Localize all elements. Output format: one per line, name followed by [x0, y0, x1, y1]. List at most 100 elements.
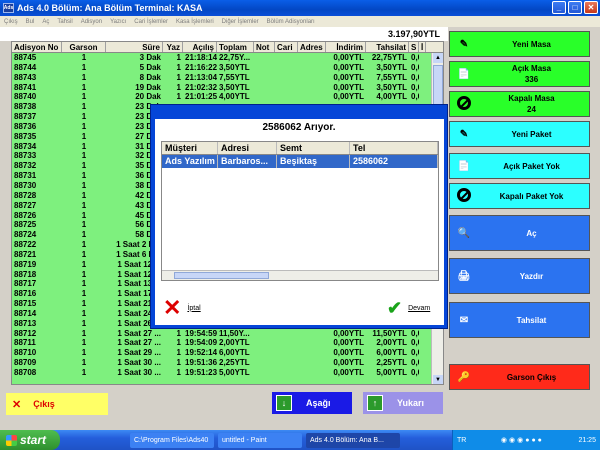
- menu-item-0[interactable]: Çıkış: [4, 19, 18, 25]
- ac-button[interactable]: 🔍 Aç: [449, 215, 590, 251]
- tahsilat-button[interactable]: ✉ Tahsilat: [449, 302, 590, 338]
- table-cell: 3,50YTL: [219, 62, 250, 72]
- table-cell: 1: [176, 62, 181, 72]
- acik-masa-button[interactable]: 📄 Açık Masa 336: [449, 61, 590, 87]
- col-header[interactable]: Tahsilat: [366, 42, 409, 52]
- yukari-button[interactable]: ↑ Yukarı: [363, 392, 443, 414]
- menu-item-4[interactable]: Adisyon: [81, 19, 102, 25]
- table-cell: [419, 329, 423, 339]
- yeni-paket-button[interactable]: ✎ Yeni Paket: [449, 121, 590, 147]
- table-cell: 1: [81, 220, 87, 230]
- table-row[interactable]: 88708 1 1 Saat 30 ... 1 19:51:23 5,00YTL 0,00Y…: [12, 368, 443, 378]
- devam-button[interactable]: ✔ Devam: [387, 299, 430, 317]
- scroll-down-icon[interactable]: ▼: [433, 375, 443, 384]
- table-row[interactable]: 88709 1 1 Saat 30 ... 1 19:51:36 2,25YTL 0,00Y…: [12, 358, 443, 368]
- maximize-button[interactable]: □: [568, 1, 582, 14]
- table-cell: [254, 348, 275, 358]
- table-cell: 88732: [14, 161, 37, 171]
- table-cell: [298, 73, 326, 83]
- menu-item-6[interactable]: Cari İşlemler: [134, 19, 168, 25]
- taskbar-item-paint[interactable]: untitled - Paint: [218, 432, 302, 448]
- table-cell: 88725: [14, 220, 37, 230]
- button-label: Açık Masa: [511, 64, 552, 73]
- table-cell: [419, 338, 423, 348]
- grid-header: Adisyon No Garson Süre Yaz Açılış Toplam Not Ca…: [12, 42, 443, 53]
- table-cell: 0,00: [411, 338, 419, 348]
- table-cell: 1: [81, 190, 87, 200]
- table-row[interactable]: 88743 1 8 Dak 1 21:13:04 7,55YTL 0,00YTL 7,55YT…: [12, 73, 443, 83]
- customer-row[interactable]: Ads Yazılım Barbaros... Beşiktaş 2586062: [162, 155, 438, 168]
- devam-label: Devam: [408, 304, 431, 312]
- asagi-button[interactable]: ↓ Aşağı: [272, 392, 352, 414]
- garson-cikis-button[interactable]: 🔑 Garson Çıkış: [449, 364, 590, 390]
- menu-item-9[interactable]: Bölüm Adisyonları: [267, 19, 315, 25]
- table-cell: 1: [81, 200, 87, 210]
- scroll-thumb[interactable]: [433, 65, 443, 105]
- col-header[interactable]: Süre: [106, 42, 163, 52]
- horizontal-scrollbar[interactable]: [162, 270, 438, 280]
- language-indicator[interactable]: TR: [457, 437, 466, 444]
- table-cell: 2,25YTL: [376, 358, 407, 368]
- minimize-button[interactable]: _: [552, 1, 566, 14]
- table-cell: 1: [81, 53, 87, 62]
- table-cell: 88726: [14, 210, 37, 220]
- col-header[interactable]: Garson: [62, 42, 106, 52]
- col-header[interactable]: Adres: [298, 42, 326, 52]
- table-cell: [298, 348, 326, 358]
- table-cell: 1 Saat 27 ...: [117, 338, 161, 348]
- table-cell: [298, 53, 326, 63]
- table-cell: 0,00YTL: [333, 368, 364, 377]
- table-cell: 5,00YTL: [376, 368, 407, 377]
- kapali-masa-button[interactable]: Kapalı Masa 24: [449, 91, 590, 117]
- menu-item-3[interactable]: Tahsil: [57, 19, 72, 25]
- button-count: 336: [524, 75, 539, 84]
- menu-item-5[interactable]: Yazıcı: [110, 19, 126, 25]
- table-cell: 88735: [14, 131, 37, 141]
- menu-item-8[interactable]: Diğer İşlemler: [222, 19, 259, 25]
- col-header[interactable]: Yaz: [163, 42, 183, 52]
- col-header[interactable]: Adisyon No: [12, 42, 62, 52]
- col-header[interactable]: Cari: [275, 42, 298, 52]
- table-cell: 88717: [14, 279, 37, 289]
- col-header[interactable]: Açılış: [183, 42, 217, 52]
- col-header[interactable]: Not: [254, 42, 275, 52]
- taskbar-item-explorer[interactable]: C:\Program Files\Ads40: [130, 432, 214, 448]
- yazdir-button[interactable]: 🖨 Yazdır: [449, 258, 590, 294]
- iptal-button[interactable]: ✕ İptal: [163, 297, 201, 319]
- table-cell: 0,00: [411, 368, 419, 377]
- menu-item-2[interactable]: Aç: [42, 19, 49, 25]
- tray-icons[interactable]: ◉◉◉●●●: [501, 436, 544, 444]
- table-cell: [275, 368, 298, 378]
- table-cell: 88722: [14, 240, 37, 250]
- table-row[interactable]: 88740 1 20 Dak 1 21:01:25 4,00YTL 0,00YTL 4,00Y…: [12, 92, 443, 102]
- table-cell: 7,55YTL: [219, 72, 250, 82]
- table-row[interactable]: 88710 1 1 Saat 29 ... 1 19:52:14 6,00YTL 0,00Y…: [12, 348, 443, 358]
- col-header[interactable]: İndirim: [326, 42, 366, 52]
- table-cell: [254, 338, 275, 348]
- menu-item-7[interactable]: Kasa İşlemleri: [176, 19, 214, 25]
- col-header[interactable]: S: [409, 42, 419, 52]
- hscroll-thumb[interactable]: [174, 272, 269, 279]
- kapali-paket-button[interactable]: Kapalı Paket Yok: [449, 183, 590, 209]
- button-label: Yeni Masa: [512, 39, 551, 49]
- table-row[interactable]: 88711 1 1 Saat 27 ... 1 19:54:09 2,00YTL 0,00Y…: [12, 338, 443, 348]
- col-header[interactable]: İ: [419, 42, 427, 52]
- table-cell: 1: [81, 210, 87, 220]
- table-row[interactable]: 88712 1 1 Saat 27 ... 1 19:54:59 11,50Y... 0,0…: [12, 329, 443, 339]
- close-button[interactable]: ✕: [584, 1, 598, 14]
- customer-district: Beşiktaş: [277, 155, 350, 168]
- start-button[interactable]: start: [0, 430, 60, 450]
- cikis-button[interactable]: ✕ Çıkış: [6, 393, 108, 415]
- table-row[interactable]: 88745 1 3 Dak 1 21:18:14 22,75Y... 0,00YTL 22,7…: [12, 53, 443, 63]
- table-row[interactable]: 88741 1 19 Dak 1 21:02:32 3,50YTL 0,00YTL 3,50Y…: [12, 83, 443, 93]
- scroll-up-icon[interactable]: ▲: [433, 53, 443, 63]
- menu-item-1[interactable]: Bul: [26, 19, 35, 25]
- table-cell: 88716: [14, 289, 37, 299]
- table-cell: 1: [81, 230, 87, 240]
- acik-paket-button[interactable]: 📄 Açık Paket Yok: [449, 153, 590, 179]
- taskbar-item-ads[interactable]: Ads 4.0 Bölüm: Ana B...: [306, 432, 400, 448]
- yeni-masa-button[interactable]: ✎ Yeni Masa: [449, 31, 590, 57]
- table-cell: 2,00YTL: [219, 338, 250, 348]
- col-header[interactable]: Toplam: [217, 42, 254, 52]
- table-row[interactable]: 88744 1 5 Dak 1 21:16:22 3,50YTL 0,00YTL 3,50YT…: [12, 63, 443, 73]
